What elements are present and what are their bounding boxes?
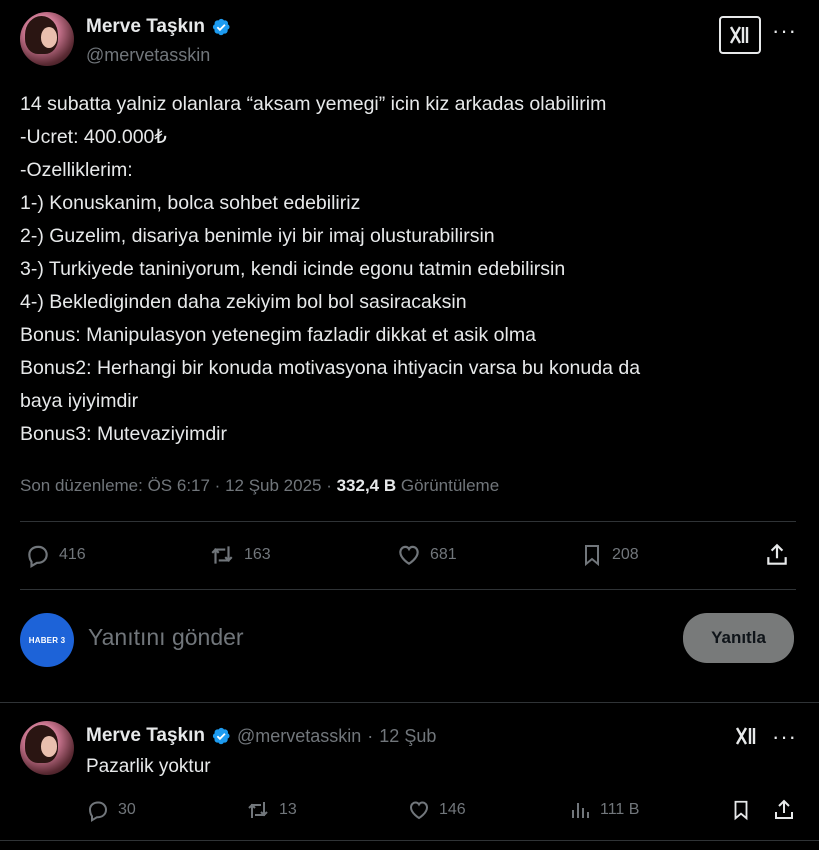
retweet-count: 163 bbox=[244, 546, 271, 563]
compose-avatar-label: HABER 3 bbox=[28, 635, 66, 645]
reply-action[interactable]: 416 bbox=[25, 542, 86, 568]
author-name-row: Merve Taşkın bbox=[86, 16, 231, 38]
tweet-line: Bonus3: Mutevaziyimdir bbox=[20, 423, 227, 445]
author-avatar[interactable] bbox=[20, 12, 74, 66]
reply-header: Merve Taşkın @mervetasskin · 12 Şub bbox=[86, 725, 436, 747]
bookmark-icon bbox=[734, 800, 748, 821]
share-icon bbox=[775, 799, 793, 819]
reply-author-avatar[interactable] bbox=[20, 721, 74, 775]
reply-author-name[interactable]: Merve Taşkın bbox=[86, 725, 205, 747]
reply-separator: · bbox=[367, 725, 374, 746]
reply-text: Pazarlik yoktur bbox=[86, 756, 211, 777]
heart-icon bbox=[399, 545, 419, 565]
reply-reply-count: 30 bbox=[118, 801, 136, 818]
views-label: Görüntüleme bbox=[400, 476, 500, 495]
reply-input[interactable]: Yanıtını gönder bbox=[88, 624, 244, 651]
compose-avatar: HABER 3 bbox=[20, 613, 74, 667]
share-action[interactable] bbox=[764, 542, 790, 568]
verified-badge-icon bbox=[212, 18, 230, 36]
reply-date[interactable]: 12 Şub bbox=[379, 726, 436, 747]
edit-timestamp[interactable]: Son düzenleme: ÖS 6:17 · 12 Şub 2025 · bbox=[20, 476, 337, 495]
divider bbox=[0, 840, 819, 841]
retweet-icon bbox=[211, 546, 233, 564]
like-action[interactable]: 681 bbox=[396, 542, 457, 568]
reply-views-action[interactable]: 111 B bbox=[568, 798, 639, 822]
reply-author-handle[interactable]: @mervetasskin bbox=[237, 726, 361, 747]
reply-retweet-count: 13 bbox=[279, 801, 297, 818]
share-icon bbox=[767, 543, 787, 565]
divider bbox=[20, 589, 796, 590]
tweet-line: 1-) Konuskanim, bolca sohbet edebiliriz bbox=[20, 192, 361, 214]
views-count: 332,4 B bbox=[336, 476, 397, 495]
tweet-line: -Ozelliklerim: bbox=[20, 159, 133, 181]
heart-icon bbox=[409, 801, 429, 820]
reply-views-count: 111 B bbox=[600, 801, 640, 818]
tweet-meta: Son düzenleme: ÖS 6:17 · 12 Şub 2025 · 3… bbox=[20, 476, 499, 496]
divider bbox=[0, 702, 819, 703]
retweet-action[interactable]: 163 bbox=[208, 542, 271, 568]
bookmark-action[interactable]: 208 bbox=[580, 542, 639, 568]
more-icon[interactable]: ··· bbox=[772, 18, 797, 44]
tweet-line: 14 subatta yalniz olanlara “aksam yemegi… bbox=[20, 93, 607, 115]
reply-like-action[interactable]: 146 bbox=[407, 798, 466, 822]
tweet-line: 2-) Guzelim, disariya benimle iyi bir im… bbox=[20, 225, 495, 247]
reply-icon bbox=[28, 545, 48, 568]
divider bbox=[20, 521, 796, 522]
reply-icon bbox=[88, 801, 108, 822]
reply-like-count: 146 bbox=[439, 801, 466, 818]
author-handle[interactable]: @mervetasskin bbox=[86, 45, 210, 66]
reply-retweet-action[interactable]: 13 bbox=[245, 798, 297, 822]
reply-button[interactable]: Yanıtla bbox=[683, 613, 794, 663]
reply-count: 416 bbox=[59, 546, 86, 563]
reply-share-action[interactable] bbox=[772, 798, 796, 822]
tweet-line: 3-) Turkiyede taniniyorum, kendi icinde … bbox=[20, 258, 566, 280]
tweet-line: -Ucret: 400.000₺ bbox=[20, 126, 167, 148]
tweet-line: 4-) Beklediginden daha zekiyim bol bol s… bbox=[20, 291, 467, 313]
views-icon bbox=[572, 803, 589, 818]
bookmark-icon bbox=[585, 545, 599, 567]
like-count: 681 bbox=[430, 546, 457, 563]
reply-bookmark-action[interactable] bbox=[730, 798, 752, 822]
reply-reply-action[interactable]: 30 bbox=[86, 798, 136, 822]
reply-more-icon[interactable]: ··· bbox=[772, 724, 797, 750]
tweet-text: 14 subatta yalniz olanlara “aksam yemegi… bbox=[20, 88, 800, 451]
tweet-line: Bonus2: Herhangi bir konuda motivasyona … bbox=[20, 357, 641, 379]
tweet-line: Bonus: Manipulasyon yetenegim fazladir d… bbox=[20, 324, 536, 346]
author-name[interactable]: Merve Taşkın bbox=[86, 16, 205, 38]
bookmark-count: 208 bbox=[612, 546, 639, 563]
verified-badge-icon bbox=[212, 727, 230, 745]
reply-x-logo-icon[interactable] bbox=[734, 725, 760, 752]
x-logo-icon[interactable] bbox=[719, 16, 761, 54]
retweet-icon bbox=[248, 802, 268, 818]
tweet-line: baya iyiyimdir bbox=[20, 390, 139, 412]
